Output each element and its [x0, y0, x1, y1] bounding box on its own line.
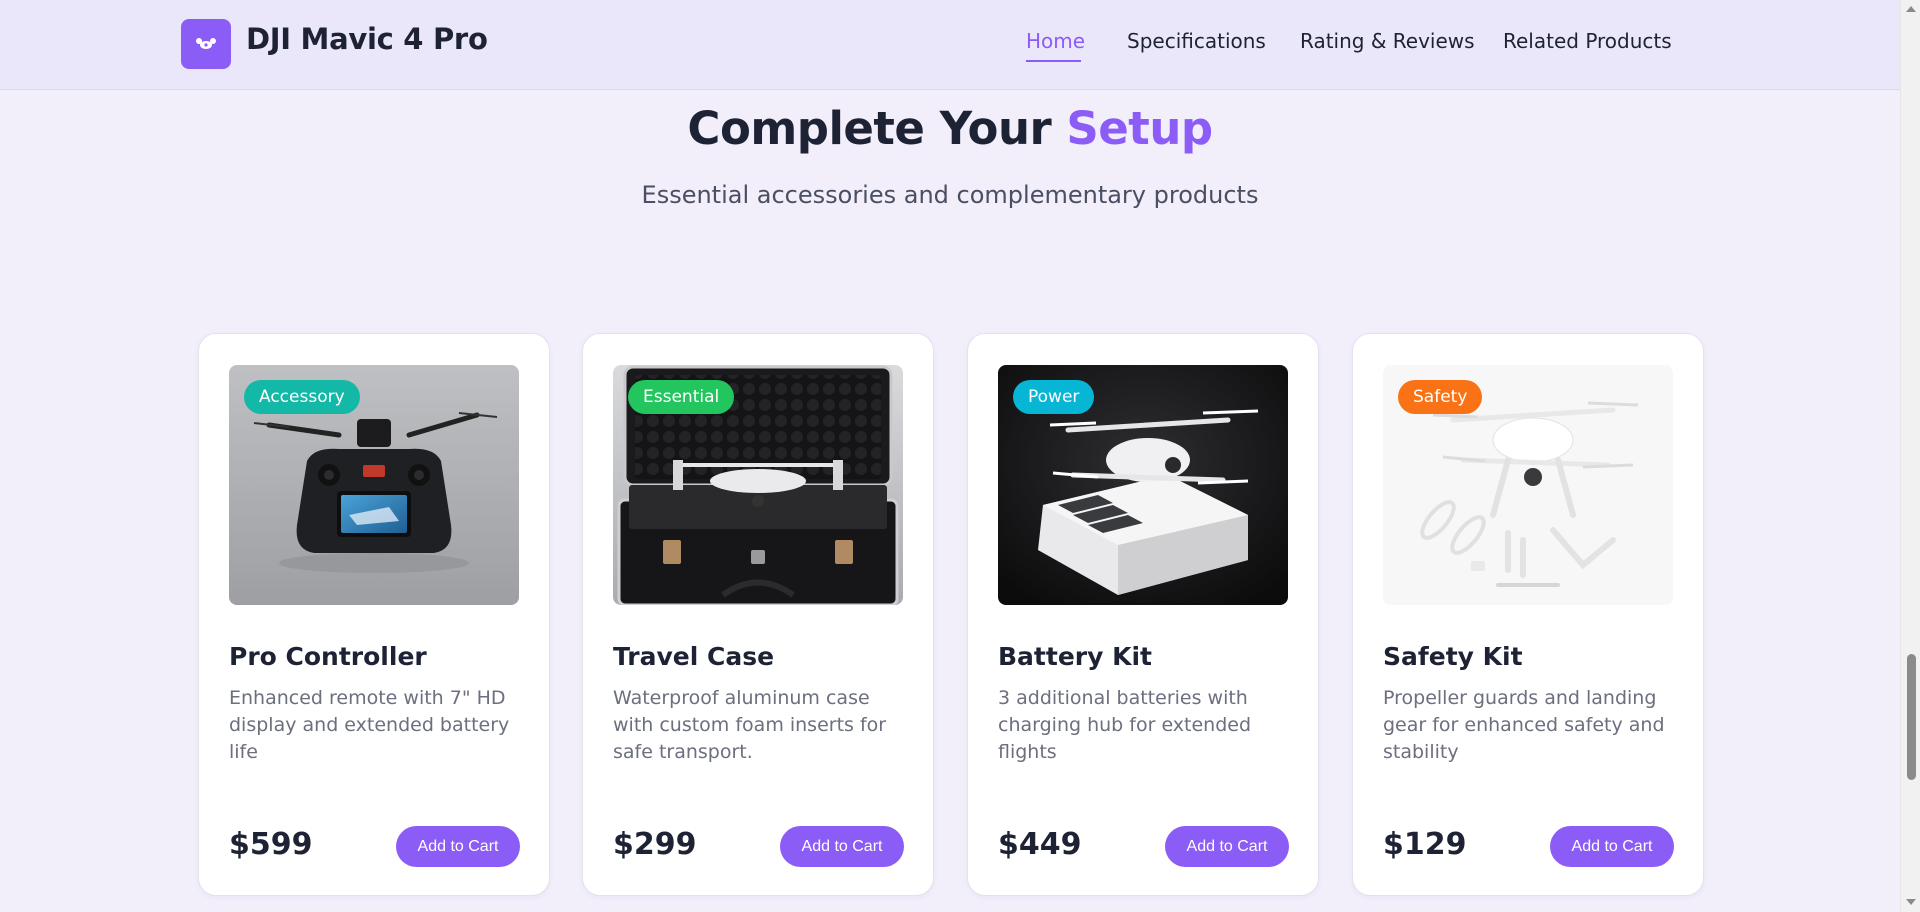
nav-specifications[interactable]: Specifications	[1127, 29, 1266, 53]
badge-power: Power	[1013, 380, 1095, 414]
product-description: Waterproof aluminum case with custom foa…	[613, 687, 887, 763]
scroll-down-icon[interactable]	[1906, 899, 1916, 905]
nav-active-indicator	[1026, 60, 1081, 62]
section-subtitle: Essential accessories and complementary …	[641, 181, 1259, 209]
product-description: Propeller guards and landing gear for en…	[1383, 687, 1665, 763]
product-price: $449	[998, 827, 1082, 862]
section-title: Complete Your Setup	[0, 102, 1900, 155]
product-price: $299	[613, 827, 697, 862]
product-title: Pro Controller	[229, 642, 427, 671]
badge-essential: Essential	[628, 380, 735, 414]
product-title: Battery Kit	[998, 642, 1153, 671]
battery-kit-image[interactable]: Power	[998, 365, 1288, 605]
product-price: $129	[1383, 827, 1467, 862]
product-description: Enhanced remote with 7" HD display and e…	[229, 687, 510, 763]
badge-accessory: Accessory	[244, 380, 360, 414]
travel-case-image[interactable]: Essential	[613, 365, 903, 605]
scroll-up-icon[interactable]	[1906, 6, 1916, 12]
product-title: Travel Case	[613, 642, 775, 671]
product-card-battery-kit[interactable]: Power Battery Kit 3 additional batteries…	[967, 333, 1319, 896]
site-header: DJI Mavic 4 Pro Home Specifications Rati…	[0, 0, 1900, 90]
product-price: $599	[229, 827, 313, 862]
main-nav: Home Specifications Rating & Reviews Rel…	[0, 29, 1900, 69]
page-scrollbar[interactable]	[1900, 0, 1920, 912]
product-card-pro-controller[interactable]: Accessory Pro Controller Enhanced remote…	[198, 333, 550, 896]
nav-home[interactable]: Home	[1026, 29, 1085, 53]
product-card-travel-case[interactable]: Essential Travel Case Waterproof aluminu…	[582, 333, 934, 896]
add-to-cart-button[interactable]: Add to Cart	[396, 826, 520, 867]
product-title: Safety Kit	[1383, 642, 1523, 671]
add-to-cart-button[interactable]: Add to Cart	[780, 826, 904, 867]
scrollbar-thumb[interactable]	[1907, 654, 1916, 780]
controller-image[interactable]: Accessory	[229, 365, 519, 605]
nav-rating-reviews[interactable]: Rating & Reviews	[1300, 29, 1475, 53]
nav-related-products[interactable]: Related Products	[1503, 29, 1672, 53]
badge-safety: Safety	[1398, 380, 1483, 414]
product-description: 3 additional batteries with charging hub…	[998, 687, 1252, 763]
product-card-safety-kit[interactable]: Safety Safety Kit Propeller guards and l…	[1352, 333, 1704, 896]
add-to-cart-button[interactable]: Add to Cart	[1550, 826, 1674, 867]
section-title-accent: Setup	[1066, 102, 1213, 155]
add-to-cart-button[interactable]: Add to Cart	[1165, 826, 1289, 867]
safety-kit-image[interactable]: Safety	[1383, 365, 1673, 605]
section-title-main: Complete Your	[687, 102, 1067, 155]
